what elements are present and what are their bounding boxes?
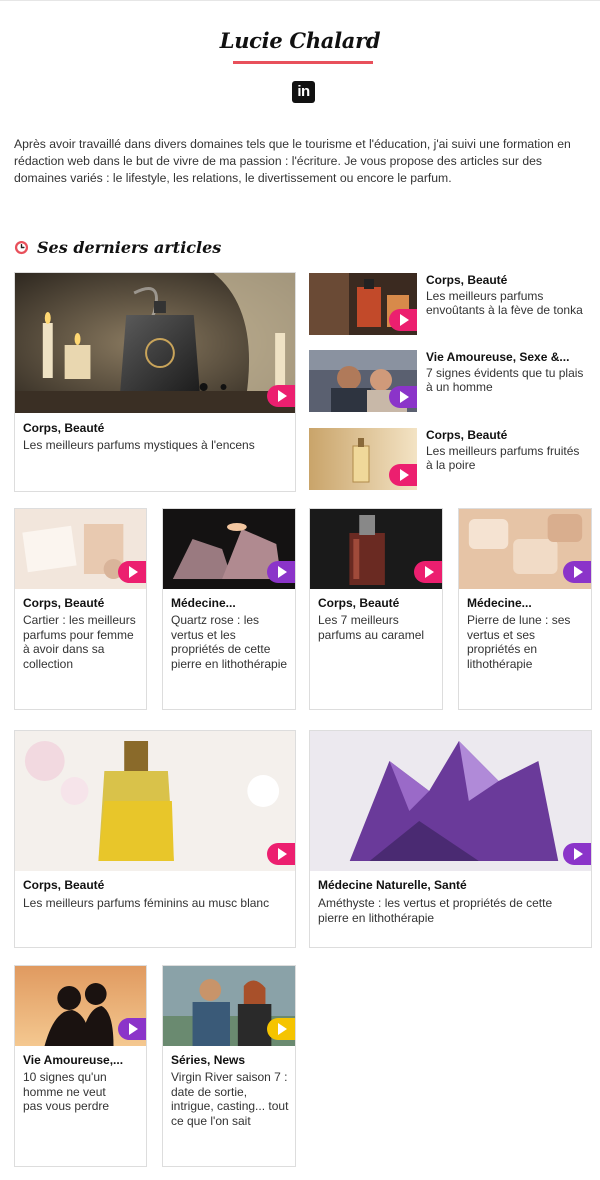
video-play-icon	[118, 1018, 146, 1040]
article-title: Cartier : les meilleurs parfums pour fem…	[23, 613, 136, 671]
article-image	[163, 966, 295, 1046]
article-category: Corps, Beauté	[23, 596, 105, 610]
side-article-image	[309, 350, 417, 412]
top-divider	[0, 0, 600, 1]
video-play-icon	[267, 561, 295, 583]
article-title: Les 7 meilleurs parfums au caramel	[318, 613, 425, 642]
article-card[interactable]: Corps, Beauté Les meilleurs parfums fémi…	[14, 730, 296, 948]
side-article-image	[309, 273, 417, 335]
video-play-icon	[414, 561, 442, 583]
video-play-icon	[389, 309, 417, 331]
video-play-icon	[267, 843, 295, 865]
side-article[interactable]: Corps, Beauté Les meilleurs parfums envo…	[309, 273, 592, 335]
linkedin-icon[interactable]: in	[292, 81, 315, 103]
featured-article-image	[15, 273, 295, 413]
author-bio: Après avoir travaillé dans divers domain…	[14, 137, 571, 185]
article-image	[15, 509, 146, 589]
article-category: Corps, Beauté	[426, 273, 508, 287]
side-article-image	[309, 428, 417, 490]
video-play-icon	[563, 561, 591, 583]
video-play-icon	[389, 386, 417, 408]
article-title: Les meilleurs parfums fruités à la poire	[426, 444, 580, 472]
article-category: Corps, Beauté	[318, 596, 400, 610]
article-category: Médecine...	[171, 596, 236, 610]
article-card[interactable]: Séries, News Virgin River saison 7 : dat…	[162, 965, 296, 1167]
article-category: Corps, Beauté	[23, 421, 105, 435]
article-title: 7 signes évidents que tu plais à un homm…	[426, 366, 584, 394]
article-category: Corps, Beauté	[23, 878, 105, 892]
article-title: Les meilleurs parfums mystiques à l'ence…	[23, 438, 255, 452]
video-play-icon	[118, 561, 146, 583]
article-card[interactable]: Corps, Beauté Les 7 meilleurs parfums au…	[309, 508, 443, 710]
article-category: Vie Amoureuse, Sexe &...	[426, 350, 570, 364]
article-image	[15, 966, 146, 1046]
article-card[interactable]: Médecine Naturelle, Santé Améthyste : le…	[309, 730, 592, 948]
video-play-icon	[267, 385, 295, 407]
article-title: Pierre de lune : ses vertus et ses propr…	[467, 613, 571, 671]
video-play-icon	[563, 843, 591, 865]
article-image	[15, 731, 295, 871]
article-title: Quartz rose : les vertus et les propriét…	[171, 613, 288, 671]
video-play-icon	[389, 464, 417, 486]
clock-icon	[14, 240, 29, 254]
featured-article-card[interactable]: Corps, Beauté Les meilleurs parfums myst…	[14, 272, 296, 492]
article-card[interactable]: Corps, Beauté Cartier : les meilleurs pa…	[14, 508, 147, 710]
article-category: Corps, Beauté	[426, 428, 508, 442]
author-name: Lucie Chalard	[219, 28, 381, 53]
article-card[interactable]: Vie Amoureuse,... 10 signes qu'un homme …	[14, 965, 147, 1167]
article-title: 10 signes qu'un homme ne veut pas vous p…	[23, 1070, 110, 1113]
article-image	[310, 509, 442, 589]
section-header: Ses derniers articles	[14, 236, 221, 258]
article-category: Médecine Naturelle, Santé	[318, 878, 467, 892]
article-image	[163, 509, 295, 589]
article-category: Séries, News	[171, 1053, 246, 1067]
section-title: Ses derniers articles	[37, 237, 222, 257]
article-card[interactable]: Médecine... Pierre de lune : ses vertus …	[458, 508, 592, 710]
article-title: Virgin River saison 7 : date de sortie, …	[171, 1070, 289, 1128]
article-image	[310, 731, 591, 871]
article-title: Améthyste : les vertus et propriétés de …	[318, 896, 553, 925]
author-underline	[233, 61, 373, 64]
article-category: Médecine...	[467, 596, 532, 610]
article-category: Vie Amoureuse,...	[23, 1053, 124, 1067]
article-title: Les meilleurs parfums envoûtants à la fè…	[426, 289, 583, 317]
article-card[interactable]: Médecine... Quartz rose : les vertus et …	[162, 508, 296, 710]
author-header: Lucie Chalard	[0, 28, 600, 53]
video-play-icon	[267, 1018, 295, 1040]
side-article[interactable]: Corps, Beauté Les meilleurs parfums frui…	[309, 428, 592, 490]
side-article[interactable]: Vie Amoureuse, Sexe &... 7 signes éviden…	[309, 350, 592, 412]
article-title: Les meilleurs parfums féminins au musc b…	[23, 896, 270, 910]
article-image	[459, 509, 591, 589]
